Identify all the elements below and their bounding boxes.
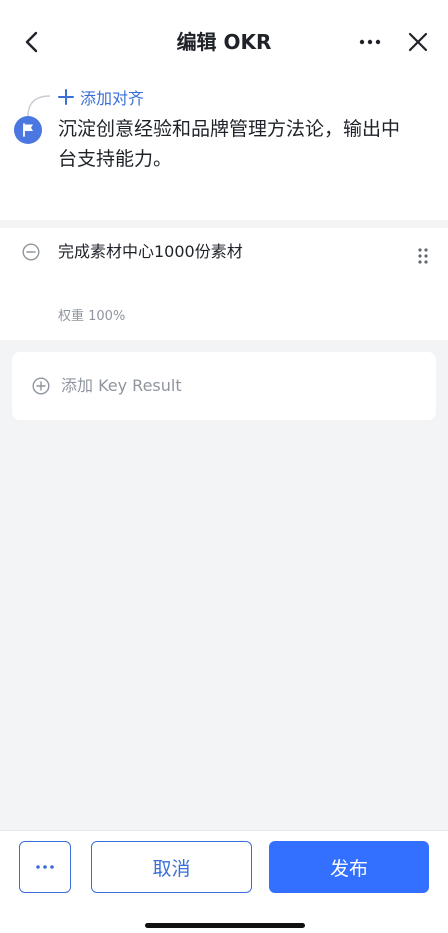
cancel-button[interactable]: 取消 — [91, 841, 252, 893]
close-icon — [408, 32, 428, 52]
plus-circle-icon — [32, 377, 50, 395]
add-alignment-label: 添加对齐 — [80, 89, 145, 108]
header-bar: 编辑 OKR — [0, 0, 448, 84]
flag-icon — [23, 123, 33, 137]
objective-badge — [14, 116, 42, 144]
more-button[interactable] — [356, 28, 384, 56]
more-horizontal-icon — [359, 39, 381, 45]
add-key-result-button[interactable]: 添加 Key Result — [12, 352, 436, 420]
home-indicator — [145, 923, 305, 928]
key-result-title[interactable]: 完成素材中心1000份素材 — [58, 240, 243, 264]
objective-text[interactable]: 沉淀创意经验和品牌管理方法论，输出中台支持能力。 — [58, 114, 418, 174]
footer-bar: 取消 发布 — [0, 830, 448, 933]
footer-more-button[interactable] — [19, 841, 71, 893]
close-button[interactable] — [404, 28, 432, 56]
key-result-item: 完成素材中心1000份素材 权重 100% — [0, 228, 448, 340]
remove-key-result-icon[interactable] — [22, 243, 40, 261]
publish-button[interactable]: 发布 — [269, 841, 429, 893]
key-result-weight[interactable]: 权重 100% — [58, 308, 125, 326]
more-horizontal-icon — [36, 865, 54, 869]
add-alignment-link[interactable]: 添加对齐 — [58, 86, 144, 108]
plus-icon — [58, 89, 74, 105]
drag-handle-icon[interactable] — [416, 246, 430, 266]
add-key-result-label: 添加 Key Result — [61, 376, 182, 395]
alignment-connector — [27, 95, 51, 116]
objective-section: 添加对齐 沉淀创意经验和品牌管理方法论，输出中台支持能力。 — [0, 84, 448, 220]
